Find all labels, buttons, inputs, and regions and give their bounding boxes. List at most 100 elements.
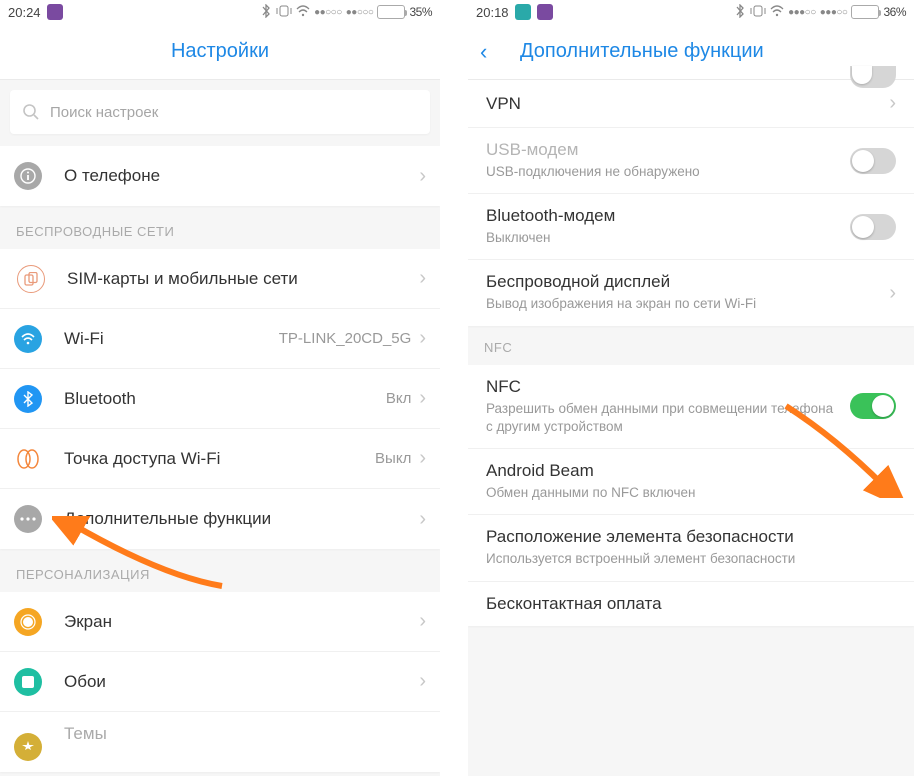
secure-element-sub: Используется встроенный элемент безопасн… [486,550,896,568]
wifi-icon [14,325,42,353]
battery-icon [851,5,879,19]
chevron-right-icon: › [419,670,426,693]
wireless-group: SIM-карты и мобильные сети › Wi-Fi TP-LI… [0,249,440,549]
chevron-right-icon: › [889,92,896,115]
nfc-sub: Разрешить обмен данными при совмещении т… [486,400,840,436]
section-wireless-header: БЕСПРОВОДНЫЕ СЕТИ [0,206,440,249]
chevron-right-icon: › [419,165,426,188]
nfc-toggle[interactable] [850,393,896,419]
bluetooth-row[interactable]: Bluetooth Вкл › [0,369,440,429]
statusbar-app-icon-1 [515,4,531,20]
page-title-right: Дополнительные функции [520,40,764,63]
more-label: Дополнительные функции [64,509,419,529]
wireless-display-title: Беспроводной дисплей [486,272,881,292]
status-time-right: 20:18 [476,5,509,20]
android-beam-row[interactable]: Android Beam Обмен данными по NFC включе… [468,449,914,515]
settings-screen-left: 20:24 ●●○○○ ●●○○○ 35% Настройки Поиск на… [0,0,440,776]
chevron-right-icon: › [419,610,426,633]
chevron-right-icon: › [419,447,426,470]
page-title: Настройки [171,40,269,63]
tethering-group: VPN › USB-модем USB-подключения не обнар… [468,80,914,326]
signal-2-icon: ●●●○○ [820,7,848,18]
chevron-right-icon: › [419,387,426,410]
wifi-value: TP-LINK_20CD_5G [279,330,412,347]
bt-modem-sub: Выключен [486,229,840,247]
wireless-display-sub: Вывод изображения на экран по сети Wi-Fi [486,295,881,313]
wireless-display-row[interactable]: Беспроводной дисплей Вывод изображения н… [468,260,914,325]
section-nfc-header: NFC [468,326,914,365]
screen-icon [14,608,42,636]
back-button[interactable]: ‹ [480,39,487,65]
bt-modem-title: Bluetooth-модем [486,206,840,226]
wallpaper-label: Обои [64,672,419,692]
themes-label: Темы [64,724,426,744]
contactless-row[interactable]: Бесконтактная оплата [468,582,914,626]
usb-modem-title: USB-модем [486,140,840,160]
personal-group: Экран › Обои › Темы [0,592,440,772]
usb-modem-sub: USB-подключения не обнаружено [486,163,840,181]
themes-icon [14,733,42,761]
search-icon [22,103,40,121]
section-personal-header: ПЕРСОНАЛИЗАЦИЯ [0,549,440,592]
signal-1-icon: ●●○○○ [314,7,342,18]
hotspot-value: Выкл [375,450,411,467]
battery-pct-right: 36% [883,5,906,19]
hotspot-icon [14,445,42,473]
chevron-right-icon: › [419,508,426,531]
chevron-right-icon: › [419,267,426,290]
status-bar-right: 20:18 ●●●○○ ●●●○○ 36% [468,0,914,24]
themes-row[interactable]: Темы [0,712,440,772]
android-beam-sub: Обмен данными по NFC включен [486,484,896,502]
wallpaper-row[interactable]: Обои › [0,652,440,712]
chevron-right-icon: › [419,327,426,350]
sim-cards-row[interactable]: SIM-карты и мобильные сети › [0,249,440,309]
usb-modem-toggle[interactable] [850,148,896,174]
vpn-title: VPN [486,94,881,114]
status-bar: 20:24 ●●○○○ ●●○○○ 35% [0,0,440,24]
about-label: О телефоне [64,166,419,186]
bt-modem-row[interactable]: Bluetooth-модем Выключен [468,194,914,260]
contactless-title: Бесконтактная оплата [486,594,896,614]
signal-1-icon: ●●●○○ [788,7,816,18]
bt-modem-toggle[interactable] [850,214,896,240]
nfc-row[interactable]: NFC Разрешить обмен данными при совмещен… [468,365,914,449]
android-beam-title: Android Beam [486,461,896,481]
page-title-bar-right: ‹ Дополнительные функции [468,24,914,80]
nfc-group: NFC Разрешить обмен данными при совмещен… [468,365,914,626]
vpn-row[interactable]: VPN › [468,80,914,128]
statusbar-app-icon [47,4,63,20]
wifi-status-icon [770,5,784,20]
more-icon [14,505,42,533]
hotspot-label: Точка доступа Wi-Fi [64,449,375,469]
wifi-row[interactable]: Wi-Fi TP-LINK_20CD_5G › [0,309,440,369]
sim-icon [17,265,45,293]
bluetooth-label: Bluetooth [64,389,386,409]
wifi-status-icon [296,5,310,20]
about-phone-row[interactable]: О телефоне › [0,146,440,206]
nfc-title: NFC [486,377,840,397]
more-functions-row[interactable]: Дополнительные функции › [0,489,440,549]
secure-element-title: Расположение элемента безопасности [486,527,896,547]
page-title-bar: Настройки [0,24,440,80]
bluetooth-status-icon [260,4,272,21]
info-icon [14,162,42,190]
screen-row[interactable]: Экран › [0,592,440,652]
hotspot-row[interactable]: Точка доступа Wi-Fi Выкл › [0,429,440,489]
sim-label: SIM-карты и мобильные сети [67,269,419,289]
about-group: О телефоне › [0,146,440,206]
partial-toggle-cutoff [850,66,896,88]
search-placeholder: Поиск настроек [50,104,158,121]
bluetooth-status-icon [734,4,746,21]
vibrate-icon [750,5,766,20]
usb-modem-row[interactable]: USB-модем USB-подключения не обнаружено [468,128,914,194]
chevron-right-icon: › [889,282,896,305]
screen-label: Экран [64,612,419,632]
wifi-label: Wi-Fi [64,329,279,349]
vibrate-icon [276,5,292,20]
battery-icon [377,5,405,19]
statusbar-app-icon-2 [537,4,553,20]
search-input[interactable]: Поиск настроек [10,90,430,134]
secure-element-row[interactable]: Расположение элемента безопасности Испол… [468,515,914,581]
bluetooth-icon [14,385,42,413]
battery-pct: 35% [409,5,432,19]
